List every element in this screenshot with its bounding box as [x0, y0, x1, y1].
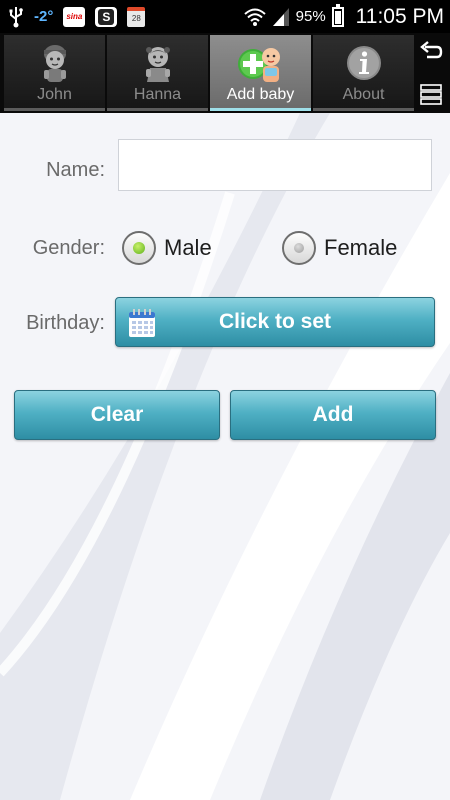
sina-icon: sina [63, 6, 86, 27]
temperature-text: -2° [34, 8, 54, 25]
baby-boy-icon [43, 45, 66, 82]
tab-hanna[interactable]: Hanna [107, 35, 208, 111]
wifi-icon [243, 8, 266, 26]
gender-label: Gender: [32, 237, 105, 259]
baby-girl-icon [145, 47, 170, 82]
add-baby-icon [237, 48, 280, 82]
gender-male-option[interactable]: Male [122, 229, 212, 267]
tab-label: About [342, 86, 385, 103]
menu-icon [420, 84, 442, 105]
clear-button[interactable]: Clear [14, 390, 220, 440]
radio-female[interactable] [282, 231, 316, 265]
clear-button-label: Clear [90, 403, 144, 426]
radio-female-label: Female [324, 235, 398, 260]
status-bar: -2° sina S 28 95% 11:05 PM [0, 0, 450, 33]
add-button-label: Add [312, 403, 354, 426]
radio-male[interactable] [122, 231, 156, 265]
tab-label: John [37, 86, 72, 103]
menu-button[interactable] [416, 79, 446, 109]
tab-bar: John Hanna Add baby About [0, 33, 450, 113]
s-app-icon: S [95, 6, 118, 27]
tab-add-baby[interactable]: Add baby [210, 35, 311, 111]
tab-about[interactable]: About [313, 35, 414, 111]
add-button[interactable]: Add [230, 390, 436, 440]
undo-icon [420, 41, 443, 59]
tab-label: Hanna [133, 86, 182, 103]
tab-label: Add baby [226, 86, 295, 103]
info-icon [346, 46, 381, 80]
clock: 11:05 PM [355, 4, 444, 28]
radio-male-label: Male [164, 235, 212, 260]
tab-john[interactable]: John [4, 35, 105, 111]
back-button[interactable] [416, 37, 446, 67]
calendar-icon [129, 309, 155, 337]
birthday-button-label: Click to set [218, 310, 332, 333]
battery-icon [331, 3, 344, 27]
signal-icon [272, 7, 289, 26]
gender-female-option[interactable]: Female [282, 229, 397, 267]
name-field[interactable] [118, 139, 432, 191]
calendar-notification-icon: 28 [127, 6, 146, 27]
background-swoosh [0, 113, 450, 800]
battery-percent: 95% [295, 8, 326, 25]
usb-icon [9, 6, 23, 27]
birthday-label: Birthday: [26, 312, 105, 334]
birthday-picker-button[interactable]: Click to set [115, 297, 435, 347]
name-label: Name: [46, 159, 105, 181]
